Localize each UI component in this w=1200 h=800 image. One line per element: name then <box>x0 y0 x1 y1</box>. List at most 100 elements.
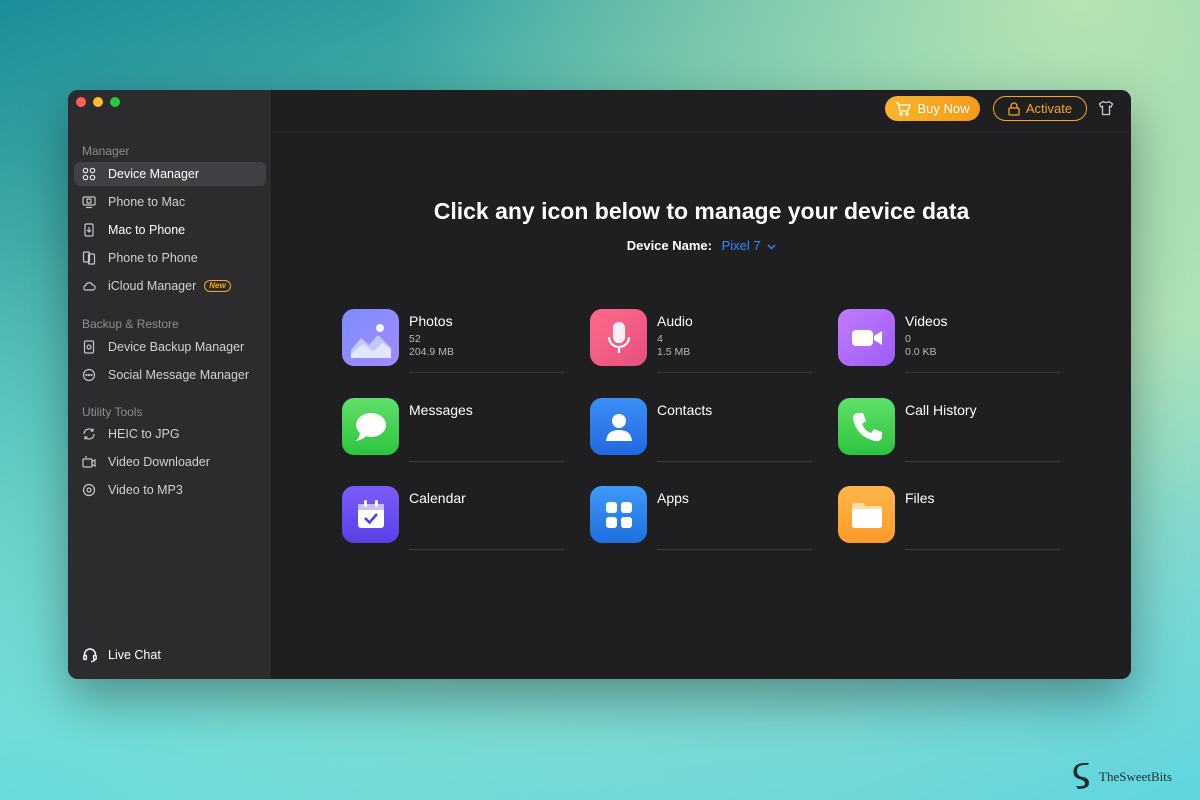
sidebar-item-icloud-manager[interactable]: iCloud Manager New <box>74 274 266 298</box>
photos-icon <box>342 309 399 366</box>
grid-command-icon <box>82 167 96 181</box>
sidebar-item-label: Device Backup Manager <box>108 340 245 354</box>
tile-divider <box>905 372 1060 373</box>
live-chat-label: Live Chat <box>108 648 161 662</box>
main-panel: Buy Now Activate Click any icon below to… <box>272 90 1131 679</box>
sidebar-item-label: HEIC to JPG <box>108 427 180 441</box>
headset-icon <box>83 648 97 663</box>
watermark: TheSweetBits <box>1072 762 1172 792</box>
zoom-window-button[interactable] <box>110 97 120 107</box>
toolbar: Buy Now Activate <box>272 90 1131 132</box>
sidebar-item-heic-to-jpg[interactable]: HEIC to JPG <box>74 422 266 446</box>
close-window-button[interactable] <box>76 97 86 107</box>
sidebar-item-device-backup-manager[interactable]: Device Backup Manager <box>74 335 266 359</box>
message-bubble-icon <box>342 398 399 455</box>
tile-divider <box>409 372 564 373</box>
tile-name: Files <box>905 490 935 506</box>
tile-videos[interactable]: Videos 0 0.0 KB <box>838 309 1060 375</box>
page-title: Click any icon below to manage your devi… <box>433 198 970 224</box>
video-camera-icon <box>838 309 895 366</box>
phone-to-phone-icon <box>82 251 96 265</box>
tile-name: Audio <box>657 313 693 329</box>
section-title-utility: Utility Tools <box>82 405 143 419</box>
tile-divider <box>409 461 564 462</box>
sidebar-item-mac-to-phone[interactable]: Mac to Phone <box>74 218 266 242</box>
tile-photos[interactable]: Photos 52 204.9 MB <box>342 309 564 375</box>
tile-audio[interactable]: Audio 4 1.5 MB <box>590 309 812 375</box>
calendar-icon <box>342 486 399 543</box>
tile-size: 0.0 KB <box>905 346 937 358</box>
tile-contacts[interactable]: Contacts <box>590 398 812 464</box>
sidebar-item-label: Mac to Phone <box>108 223 186 237</box>
tile-files[interactable]: Files <box>838 486 1060 552</box>
watermark-text: TheSweetBits <box>1099 769 1172 784</box>
tile-count: 4 <box>657 333 663 345</box>
sidebar-item-label: Device Manager <box>108 167 200 181</box>
buy-now-button[interactable]: Buy Now <box>885 96 980 121</box>
sidebar-item-label: Video Downloader <box>108 455 210 469</box>
sidebar-item-video-to-mp3[interactable]: Video to MP3 <box>74 478 266 502</box>
tile-call-history[interactable]: Call History <box>838 398 1060 464</box>
sidebar-item-social-message-manager[interactable]: Social Message Manager <box>74 363 266 387</box>
device-name-dropdown[interactable]: Pixel 7 <box>722 238 777 253</box>
section-title-backup: Backup & Restore <box>82 317 179 331</box>
tile-name: Apps <box>657 490 689 506</box>
sidebar-item-phone-to-mac[interactable]: Phone to Mac <box>74 190 266 214</box>
activate-button[interactable]: Activate <box>993 96 1087 121</box>
tile-name: Call History <box>905 402 977 418</box>
sidebar-item-phone-to-phone[interactable]: Phone to Phone <box>74 246 266 270</box>
live-chat-button[interactable]: Live Chat <box>82 647 161 663</box>
sidebar: Manager Device Manager Phone to Mac Mac … <box>68 90 272 679</box>
tile-messages[interactable]: Messages <box>342 398 564 464</box>
tile-size: 204.9 MB <box>409 346 454 358</box>
buy-now-label: Buy Now <box>917 101 970 116</box>
phone-to-mac-icon <box>82 195 96 209</box>
tile-name: Calendar <box>409 490 466 506</box>
window-controls <box>76 97 120 107</box>
microphone-icon <box>590 309 647 366</box>
lock-icon <box>1008 101 1020 116</box>
tile-divider <box>409 549 564 550</box>
skin-theme-icon[interactable] <box>1098 100 1114 116</box>
device-name-value: Pixel 7 <box>721 238 761 253</box>
minimize-window-button[interactable] <box>93 97 103 107</box>
tile-apps[interactable]: Apps <box>590 486 812 552</box>
sidebar-item-label: Phone to Mac <box>108 195 186 209</box>
mac-to-phone-icon <box>82 223 96 237</box>
tile-size: 1.5 MB <box>657 346 691 358</box>
tile-count: 0 <box>905 333 911 345</box>
video-download-icon <box>82 455 96 469</box>
contact-person-icon <box>590 398 647 455</box>
sidebar-item-label: Phone to Phone <box>108 251 198 265</box>
phone-icon <box>838 398 895 455</box>
tile-divider <box>905 461 1060 462</box>
tile-divider <box>657 549 812 550</box>
tile-name: Photos <box>409 313 453 329</box>
folder-icon <box>838 486 895 543</box>
tile-calendar[interactable]: Calendar <box>342 486 564 552</box>
activate-label: Activate <box>1025 101 1073 116</box>
sidebar-item-label: Social Message Manager <box>108 368 250 382</box>
cloud-icon <box>82 279 96 293</box>
section-title-manager: Manager <box>82 144 130 158</box>
apps-grid-icon <box>590 486 647 543</box>
sidebar-item-label: Video to MP3 <box>108 483 183 497</box>
sidebar-item-video-downloader[interactable]: Video Downloader <box>74 450 266 474</box>
convert-image-icon <box>82 427 96 441</box>
sidebar-item-device-manager[interactable]: Device Manager <box>74 162 266 186</box>
chevron-down-icon <box>767 244 776 250</box>
tile-name: Messages <box>409 402 473 418</box>
tile-count: 52 <box>409 333 421 345</box>
tile-divider <box>905 549 1060 550</box>
cart-icon <box>896 101 912 116</box>
sidebar-item-label: iCloud Manager <box>108 279 197 293</box>
tile-name: Videos <box>905 313 948 329</box>
backup-icon <box>82 340 96 354</box>
device-name-label: Device Name: <box>626 238 712 253</box>
video-to-audio-icon <box>82 483 96 497</box>
tile-divider <box>657 372 812 373</box>
app-window: Manager Device Manager Phone to Mac Mac … <box>68 90 1131 679</box>
tile-name: Contacts <box>657 402 713 418</box>
sweetbits-logo-icon <box>1073 762 1089 789</box>
chat-bubble-icon <box>82 368 96 382</box>
